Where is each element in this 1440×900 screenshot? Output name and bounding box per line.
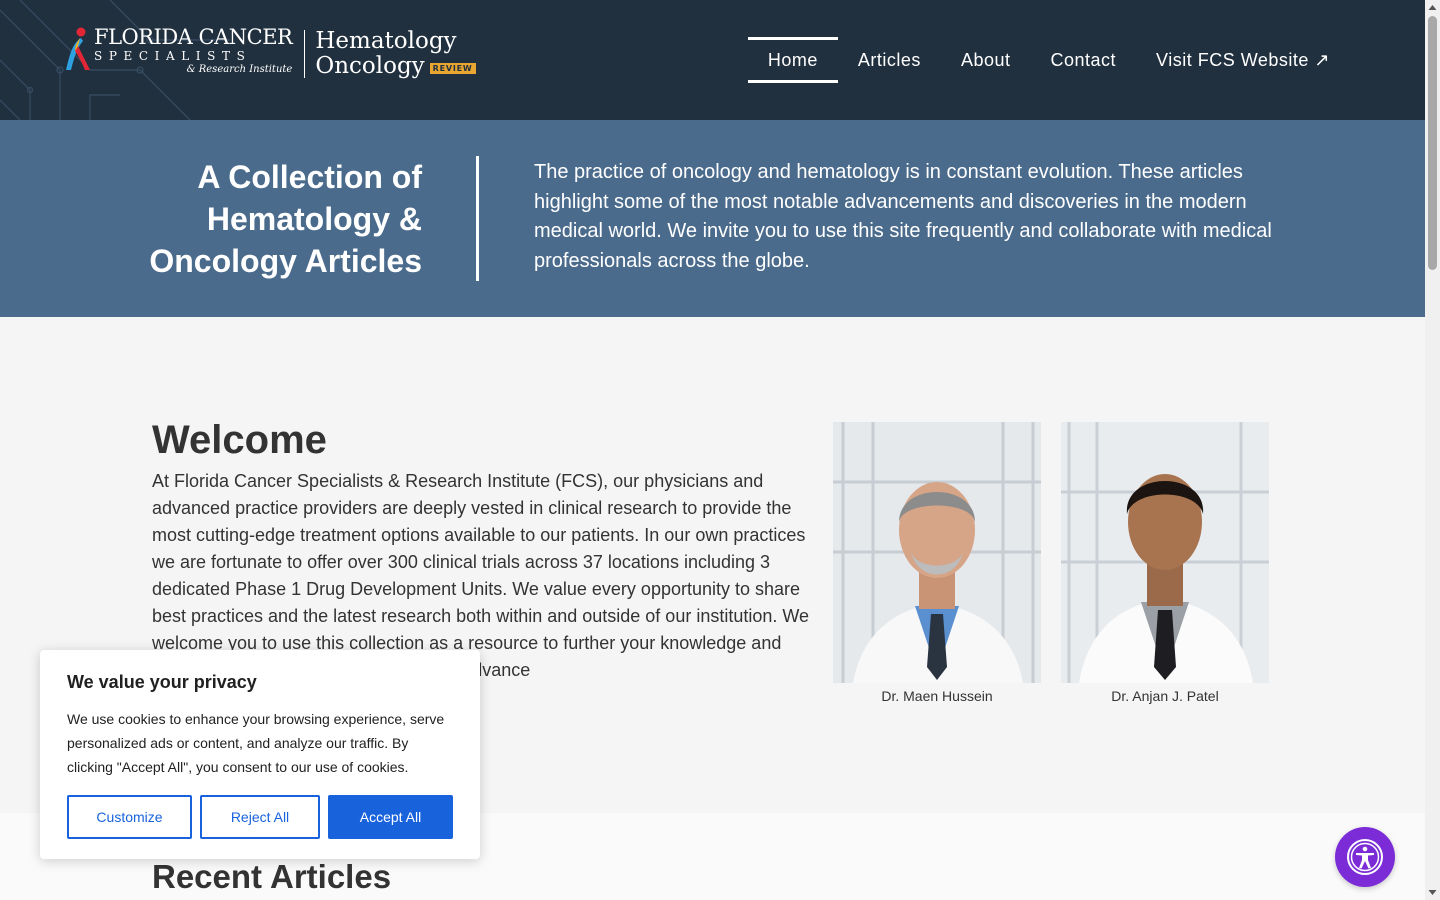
page-scrollbar[interactable] xyxy=(1425,0,1440,900)
logo-ho-text: Hematology Oncology REVIEW xyxy=(315,28,476,79)
hero-divider xyxy=(476,156,479,281)
main-nav: Home Articles About Contact Visit FCS We… xyxy=(747,37,1350,83)
logo-review-badge: REVIEW xyxy=(429,63,476,74)
accessibility-button[interactable] xyxy=(1335,827,1395,887)
doctor-photo-hussein xyxy=(833,422,1041,683)
logo-fcs-line1: FLORIDA CANCER xyxy=(94,25,293,49)
welcome-title: Welcome xyxy=(152,418,327,462)
doctor-card-hussein: Dr. Maen Hussein xyxy=(833,422,1041,704)
doctor-name-hussein: Dr. Maen Hussein xyxy=(881,688,993,704)
hero-description: The practice of oncology and hematology … xyxy=(534,161,1272,272)
recent-articles-title: Recent Articles xyxy=(152,858,392,895)
hero-banner: A Collection of Hematology & Oncology Ar… xyxy=(0,120,1425,317)
logo-ho-line1: Hematology xyxy=(315,28,457,54)
cookie-accept-all-button[interactable]: Accept All xyxy=(328,795,453,839)
site-header: FLORIDA CANCER SPECIALISTS & Research In… xyxy=(0,0,1425,120)
doctor-photo-patel xyxy=(1061,422,1269,683)
cookie-consent-banner: We value your privacy We use cookies to … xyxy=(40,650,480,859)
nav-home[interactable]: Home xyxy=(747,37,838,83)
accessibility-person-icon xyxy=(1347,839,1383,875)
doctor-name-patel: Dr. Anjan J. Patel xyxy=(1111,688,1219,704)
doctor-card-patel: Dr. Anjan J. Patel xyxy=(1061,422,1269,704)
logo-ho-line2-wrap: Oncology REVIEW xyxy=(315,53,476,79)
nav-visit-fcs-website[interactable]: Visit FCS Website ↗ xyxy=(1136,37,1350,83)
cookie-reject-all-button[interactable]: Reject All xyxy=(200,795,320,839)
site-logo[interactable]: FLORIDA CANCER SPECIALISTS & Research In… xyxy=(64,26,476,79)
ribbon-logo-icon xyxy=(66,27,90,70)
scroll-up-arrow-icon[interactable] xyxy=(1425,0,1440,15)
nav-articles[interactable]: Articles xyxy=(838,37,941,83)
logo-fcs-line2: SPECIALISTS xyxy=(94,49,252,63)
cookie-customize-button[interactable]: Customize xyxy=(67,795,192,839)
logo-fcs-text: FLORIDA CANCER SPECIALISTS & Research In… xyxy=(94,25,293,76)
hero-title: A Collection of Hematology & Oncology Ar… xyxy=(149,159,422,279)
logo-divider xyxy=(304,30,306,78)
nav-contact[interactable]: Contact xyxy=(1030,37,1136,83)
cookie-buttons: Customize Reject All Accept All xyxy=(67,795,453,839)
cookie-text: We use cookies to enhance your browsing … xyxy=(67,711,445,775)
scroll-down-arrow-icon[interactable] xyxy=(1425,885,1440,900)
cookie-title: We value your privacy xyxy=(67,672,257,692)
logo-fcs-line3: & Research Institute xyxy=(186,64,293,75)
nav-about[interactable]: About xyxy=(941,37,1031,83)
logo-ho-line2: Oncology xyxy=(315,53,425,79)
scrollbar-thumb[interactable] xyxy=(1428,16,1437,270)
